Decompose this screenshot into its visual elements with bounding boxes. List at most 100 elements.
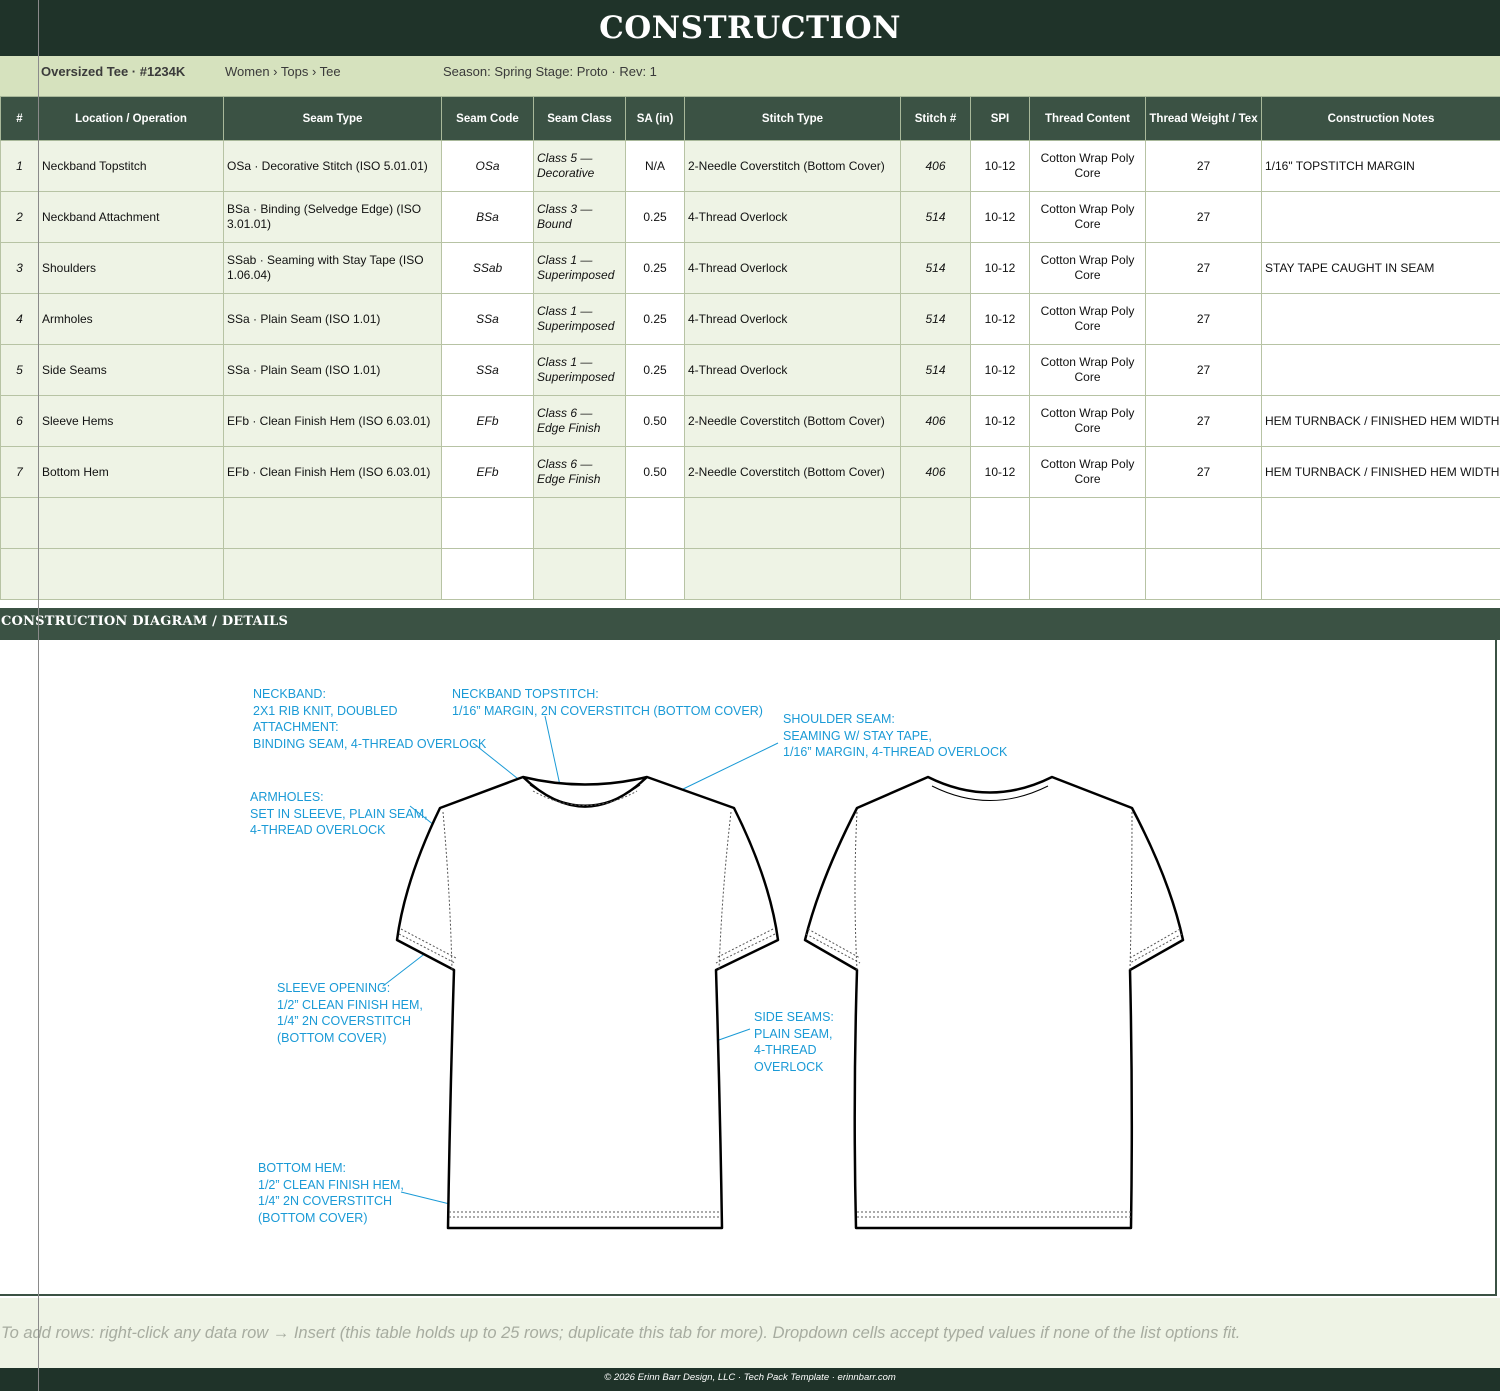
season-stage-rev[interactable]: Season: Spring Stage: Proto · Rev: 1 [443, 64, 657, 79]
cell-num[interactable]: 4 [0, 293, 39, 345]
cell-stitch-type[interactable]: 2-Needle Coverstitch (Bottom Cover) [684, 140, 901, 192]
cell-stitch-num[interactable]: 514 [900, 344, 971, 396]
cell-seam-code[interactable]: BSa [441, 191, 534, 243]
cell-stitch-num[interactable]: 406 [900, 446, 971, 498]
cell-empty[interactable] [625, 497, 685, 549]
cell-thread-weight[interactable]: 27 [1145, 191, 1262, 243]
cell-thread-weight[interactable]: 27 [1145, 293, 1262, 345]
cell-notes[interactable] [1261, 344, 1500, 396]
cell-seam-code[interactable]: OSa [441, 140, 534, 192]
cell-empty[interactable] [1261, 497, 1500, 549]
cell-seam-class[interactable]: Class 6 — Edge Finish [533, 395, 626, 447]
cell-stitch-type[interactable]: 4-Thread Overlock [684, 191, 901, 243]
cell-seam-class[interactable]: Class 6 — Edge Finish [533, 446, 626, 498]
cell-notes[interactable]: HEM TURNBACK / FINISHED HEM WIDTH [1261, 395, 1500, 447]
cell-empty[interactable] [684, 497, 901, 549]
cell-num[interactable]: 7 [0, 446, 39, 498]
cell-stitch-type[interactable]: 2-Needle Coverstitch (Bottom Cover) [684, 446, 901, 498]
cell-empty[interactable] [223, 548, 442, 600]
cell-stitch-num[interactable]: 514 [900, 191, 971, 243]
cell-seam-class[interactable]: Class 5 — Decorative [533, 140, 626, 192]
cell-thread-content[interactable]: Cotton Wrap Poly Core [1029, 344, 1146, 396]
cell-stitch-num[interactable]: 514 [900, 293, 971, 345]
cell-stitch-type[interactable]: 2-Needle Coverstitch (Bottom Cover) [684, 395, 901, 447]
cell-empty[interactable] [900, 497, 971, 549]
cell-spi[interactable]: 10-12 [970, 293, 1030, 345]
cell-thread-content[interactable]: Cotton Wrap Poly Core [1029, 242, 1146, 294]
cell-notes[interactable]: STAY TAPE CAUGHT IN SEAM [1261, 242, 1500, 294]
cell-empty[interactable] [38, 497, 224, 549]
cell-stitch-num[interactable]: 406 [900, 140, 971, 192]
cell-empty[interactable] [900, 548, 971, 600]
cell-thread-content[interactable]: Cotton Wrap Poly Core [1029, 191, 1146, 243]
cell-thread-weight[interactable]: 27 [1145, 140, 1262, 192]
cell-seam-class[interactable]: Class 1 — Superimposed [533, 293, 626, 345]
cell-empty[interactable] [0, 497, 39, 549]
cell-location[interactable]: Side Seams [38, 344, 224, 396]
breadcrumb[interactable]: Women › Tops › Tee [225, 64, 341, 79]
cell-sa[interactable]: 0.50 [625, 446, 685, 498]
cell-thread-weight[interactable]: 27 [1145, 446, 1262, 498]
cell-seam-type[interactable]: SSa · Plain Seam (ISO 1.01) [223, 344, 442, 396]
cell-seam-code[interactable]: SSa [441, 293, 534, 345]
cell-sa[interactable]: 0.25 [625, 344, 685, 396]
cell-notes[interactable] [1261, 293, 1500, 345]
cell-seam-class[interactable]: Class 3 — Bound [533, 191, 626, 243]
cell-location[interactable]: Armholes [38, 293, 224, 345]
cell-spi[interactable]: 10-12 [970, 140, 1030, 192]
cell-stitch-num[interactable]: 406 [900, 395, 971, 447]
cell-empty[interactable] [1029, 497, 1146, 549]
construction-diagram[interactable]: NECKBAND: 2X1 RIB KNIT, DOUBLED ATTACHME… [0, 640, 1497, 1296]
cell-sa[interactable]: 0.25 [625, 191, 685, 243]
cell-empty[interactable] [970, 548, 1030, 600]
cell-seam-type[interactable]: EFb · Clean Finish Hem (ISO 6.03.01) [223, 446, 442, 498]
cell-stitch-num[interactable]: 514 [900, 242, 971, 294]
cell-notes[interactable]: 1/16" TOPSTITCH MARGIN [1261, 140, 1500, 192]
cell-location[interactable]: Shoulders [38, 242, 224, 294]
cell-seam-class[interactable]: Class 1 — Superimposed [533, 242, 626, 294]
cell-empty[interactable] [38, 548, 224, 600]
cell-seam-code[interactable]: SSab [441, 242, 534, 294]
cell-seam-type[interactable]: OSa · Decorative Stitch (ISO 5.01.01) [223, 140, 442, 192]
cell-location[interactable]: Bottom Hem [38, 446, 224, 498]
cell-spi[interactable]: 10-12 [970, 395, 1030, 447]
cell-sa[interactable]: N/A [625, 140, 685, 192]
cell-empty[interactable] [1145, 497, 1262, 549]
cell-location[interactable]: Sleeve Hems [38, 395, 224, 447]
cell-stitch-type[interactable]: 4-Thread Overlock [684, 293, 901, 345]
cell-empty[interactable] [0, 548, 39, 600]
cell-thread-content[interactable]: Cotton Wrap Poly Core [1029, 293, 1146, 345]
style-name[interactable]: Oversized Tee · #1234K [41, 64, 185, 79]
cell-empty[interactable] [533, 497, 626, 549]
cell-empty[interactable] [441, 497, 534, 549]
cell-seam-type[interactable]: SSa · Plain Seam (ISO 1.01) [223, 293, 442, 345]
cell-thread-weight[interactable]: 27 [1145, 395, 1262, 447]
cell-empty[interactable] [1261, 548, 1500, 600]
cell-sa[interactable]: 0.50 [625, 395, 685, 447]
cell-seam-code[interactable]: SSa [441, 344, 534, 396]
cell-num[interactable]: 3 [0, 242, 39, 294]
cell-num[interactable]: 6 [0, 395, 39, 447]
cell-seam-type[interactable]: EFb · Clean Finish Hem (ISO 6.03.01) [223, 395, 442, 447]
cell-seam-type[interactable]: SSab · Seaming with Stay Tape (ISO 1.06.… [223, 242, 442, 294]
cell-spi[interactable]: 10-12 [970, 242, 1030, 294]
cell-thread-weight[interactable]: 27 [1145, 242, 1262, 294]
cell-num[interactable]: 2 [0, 191, 39, 243]
cell-num[interactable]: 1 [0, 140, 39, 192]
cell-empty[interactable] [441, 548, 534, 600]
cell-num[interactable]: 5 [0, 344, 39, 396]
cell-empty[interactable] [684, 548, 901, 600]
cell-spi[interactable]: 10-12 [970, 446, 1030, 498]
cell-sa[interactable]: 0.25 [625, 242, 685, 294]
cell-thread-content[interactable]: Cotton Wrap Poly Core [1029, 446, 1146, 498]
cell-empty[interactable] [533, 548, 626, 600]
cell-notes[interactable]: HEM TURNBACK / FINISHED HEM WIDTH [1261, 446, 1500, 498]
cell-notes[interactable] [1261, 191, 1500, 243]
cell-empty[interactable] [1145, 548, 1262, 600]
cell-stitch-type[interactable]: 4-Thread Overlock [684, 242, 901, 294]
cell-stitch-type[interactable]: 4-Thread Overlock [684, 344, 901, 396]
cell-thread-content[interactable]: Cotton Wrap Poly Core [1029, 395, 1146, 447]
cell-spi[interactable]: 10-12 [970, 191, 1030, 243]
cell-seam-code[interactable]: EFb [441, 446, 534, 498]
cell-spi[interactable]: 10-12 [970, 344, 1030, 396]
